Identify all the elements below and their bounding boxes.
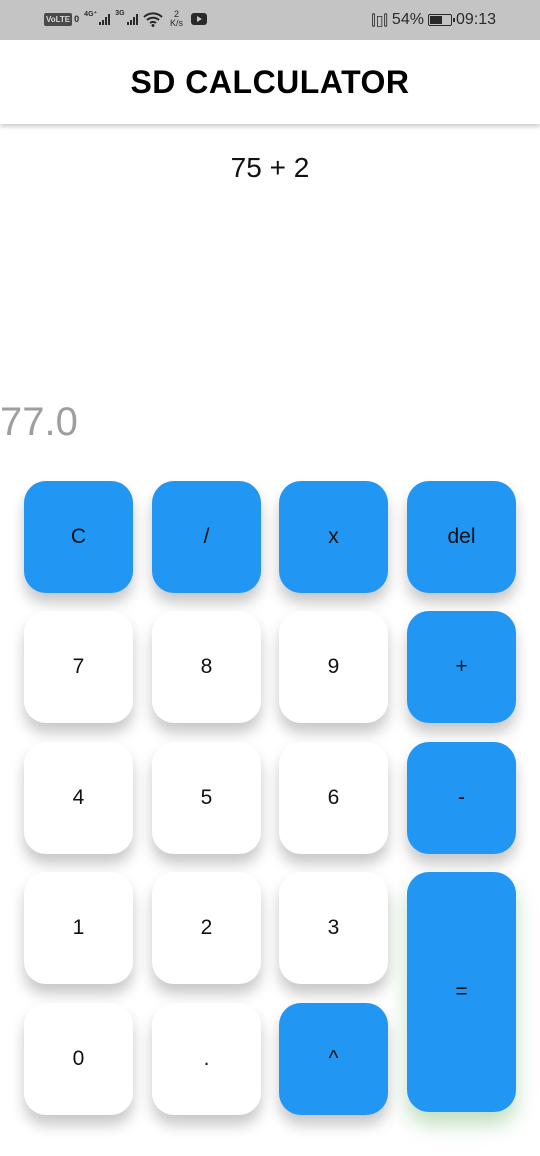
minus-button[interactable]: - [407, 742, 516, 854]
digit-0-button[interactable]: 0 [24, 1003, 133, 1115]
delete-button[interactable]: del [407, 481, 516, 593]
clock: 09:13 [455, 11, 496, 28]
wifi-icon [142, 12, 163, 27]
expression-display: 75 + 2 [230, 152, 310, 183]
equals-button[interactable]: = [407, 872, 516, 1112]
app-bar: SD CALCULATOR [0, 40, 540, 124]
network-type-2: 3G [115, 10, 125, 17]
digit-2-button[interactable]: 2 [152, 872, 261, 984]
status-right-group: ⫿▯⫿ 54% 09:13 [371, 9, 496, 31]
signal-icon [99, 13, 111, 25]
digit-7-button[interactable]: 7 [24, 611, 133, 723]
battery-fill [429, 16, 442, 24]
plus-button[interactable]: + [407, 611, 516, 723]
digit-8-button[interactable]: 8 [152, 611, 261, 723]
digit-9-button[interactable]: 9 [279, 611, 388, 723]
power-button[interactable]: ^ [279, 1003, 388, 1115]
signal-icon [126, 13, 138, 25]
vibrate-icon: ⫿▯⫿ [371, 11, 388, 28]
sim-number: 0 [74, 14, 80, 24]
youtube-icon [190, 13, 207, 25]
multiply-button[interactable]: x [279, 481, 388, 593]
battery-percent: 54% [391, 11, 424, 28]
digit-6-button[interactable]: 6 [279, 742, 388, 854]
digit-5-button[interactable]: 5 [152, 742, 261, 854]
app-title: SD CALCULATOR [130, 63, 410, 100]
digit-3-button[interactable]: 3 [279, 872, 388, 984]
network-speed: 2 K/s [168, 10, 186, 28]
network-speed-unit: K/s [170, 18, 184, 28]
result-display: 77.0 [0, 400, 78, 444]
network-type-1: 4G⁺ [84, 11, 98, 18]
divide-button[interactable]: / [152, 481, 261, 593]
digit-4-button[interactable]: 4 [24, 742, 133, 854]
status-bar: VoLTE 0 4G⁺ 3G 2 K/s ⫿▯⫿ 54% 09:13 [0, 0, 540, 40]
status-left-group: VoLTE 0 4G⁺ 3G 2 K/s [44, 8, 207, 30]
volte-indicator: VoLTE [44, 12, 73, 26]
battery-icon [427, 14, 455, 26]
decimal-point-button[interactable]: . [152, 1003, 261, 1115]
digit-1-button[interactable]: 1 [24, 872, 133, 984]
clear-button[interactable]: C [24, 481, 133, 593]
